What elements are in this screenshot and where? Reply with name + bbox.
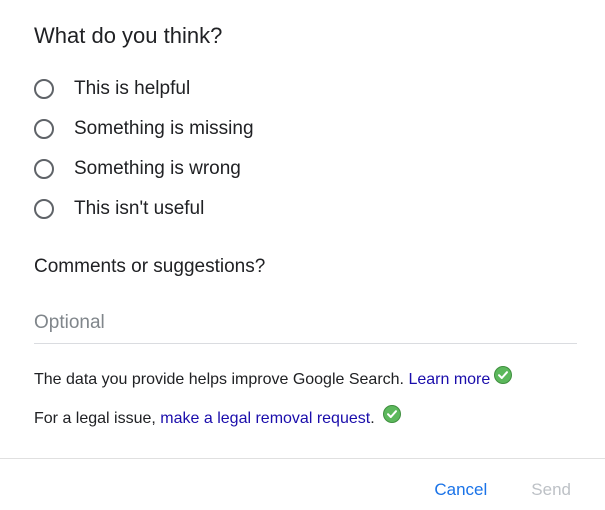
option-label: This is helpful xyxy=(74,78,191,99)
option-label: This isn't useful xyxy=(74,198,205,219)
legal-prefix-text: For a legal issue, xyxy=(34,410,156,427)
radio-button[interactable] xyxy=(34,79,54,99)
option-wrong[interactable]: Something is wrong xyxy=(34,156,254,182)
legal-suffix-text: . xyxy=(370,410,375,427)
radio-button[interactable] xyxy=(34,119,54,139)
comment-input[interactable] xyxy=(34,308,577,338)
learn-more-link[interactable]: Learn more xyxy=(408,369,490,391)
check-circle-icon xyxy=(382,405,401,423)
check-circle-icon xyxy=(494,366,513,384)
option-missing[interactable]: Something is missing xyxy=(34,116,254,142)
footer-divider xyxy=(0,458,605,459)
data-usage-notice: The data you provide helps improve Googl… xyxy=(34,366,513,391)
comment-field xyxy=(34,308,577,344)
data-usage-text: The data you provide helps improve Googl… xyxy=(34,371,404,388)
legal-notice: For a legal issue, make a legal removal … xyxy=(34,405,401,430)
comments-label: Comments or suggestions? xyxy=(34,256,266,277)
option-label: Something is wrong xyxy=(74,158,241,179)
send-button[interactable]: Send xyxy=(527,478,575,502)
option-label: Something is missing xyxy=(74,118,254,139)
radio-button[interactable] xyxy=(34,199,54,219)
cancel-button[interactable]: Cancel xyxy=(430,478,491,502)
option-not-useful[interactable]: This isn't useful xyxy=(34,196,254,222)
option-helpful[interactable]: This is helpful xyxy=(34,76,254,102)
feedback-dialog: What do you think? This is helpful Somet… xyxy=(0,0,605,510)
legal-removal-link[interactable]: make a legal removal request xyxy=(160,408,370,430)
radio-button[interactable] xyxy=(34,159,54,179)
dialog-title: What do you think? xyxy=(34,23,223,48)
feedback-options: This is helpful Something is missing Som… xyxy=(34,76,254,236)
dialog-actions: Cancel Send xyxy=(430,478,575,502)
